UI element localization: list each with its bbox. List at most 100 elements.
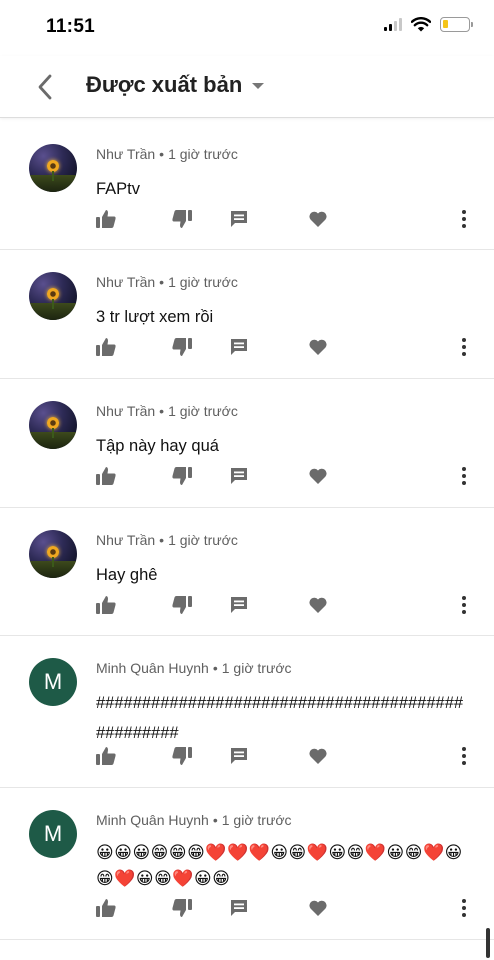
reply-button[interactable] xyxy=(227,896,251,920)
thumbs-down-icon xyxy=(172,467,192,485)
comment-meta: Như Trần • 1 giờ trước xyxy=(96,146,238,162)
comment-actions xyxy=(0,744,494,774)
like-button[interactable] xyxy=(94,593,118,617)
filter-dropdown[interactable]: Được xuất bản xyxy=(86,72,265,98)
meta-separator: • xyxy=(212,812,218,828)
comment-meta: Như Trần • 1 giờ trước xyxy=(96,274,238,290)
more-vertical-icon xyxy=(462,210,466,228)
avatar[interactable] xyxy=(29,272,77,320)
meta-separator: • xyxy=(159,532,165,548)
reply-icon xyxy=(231,339,247,355)
avatar[interactable]: M xyxy=(29,658,77,706)
heart-icon xyxy=(309,468,327,484)
reply-button[interactable] xyxy=(227,464,251,488)
reply-button[interactable] xyxy=(227,335,251,359)
thumbs-down-icon xyxy=(172,210,192,228)
more-options-button[interactable] xyxy=(452,207,476,231)
reply-icon xyxy=(231,468,247,484)
comment-list: Như Trần • 1 giờ trước FAPtv Như Trần • 1 gi… xyxy=(0,122,494,940)
reply-button[interactable] xyxy=(227,593,251,617)
dislike-button[interactable] xyxy=(170,335,194,359)
heart-icon xyxy=(309,339,327,355)
avatar[interactable]: M xyxy=(29,810,77,858)
more-options-button[interactable] xyxy=(452,335,476,359)
page-title: Được xuất bản xyxy=(86,72,243,97)
heart-button[interactable] xyxy=(306,464,330,488)
heart-icon xyxy=(309,748,327,764)
more-options-button[interactable] xyxy=(452,593,476,617)
comment-actions xyxy=(0,207,494,237)
heart-button[interactable] xyxy=(306,335,330,359)
app-bar: Được xuất bản xyxy=(0,56,494,118)
reply-icon xyxy=(231,211,247,227)
status-time: 11:51 xyxy=(46,16,96,37)
comment-item: Như Trần • 1 giờ trước 3 tr lượt xem rồi xyxy=(0,250,494,379)
status-bar: 11:51 xyxy=(0,0,494,52)
more-vertical-icon xyxy=(462,899,466,917)
like-button[interactable] xyxy=(94,464,118,488)
comment-text: 3 tr lượt xem rồi xyxy=(96,308,214,326)
avatar[interactable] xyxy=(29,144,77,192)
comment-author: Minh Quân Huynh xyxy=(96,812,209,828)
more-vertical-icon xyxy=(462,467,466,485)
thumbs-down-icon xyxy=(172,596,192,614)
reply-button[interactable] xyxy=(227,207,251,231)
heart-button[interactable] xyxy=(306,896,330,920)
reply-button[interactable] xyxy=(227,744,251,768)
cellular-signal-icon xyxy=(384,18,402,31)
battery-icon xyxy=(440,17,473,32)
thumbs-down-icon xyxy=(172,338,192,356)
thumbs-down-icon xyxy=(172,899,192,917)
thumbs-up-icon xyxy=(96,899,116,917)
comment-time: 1 giờ trước xyxy=(168,403,238,419)
more-options-button[interactable] xyxy=(452,896,476,920)
more-options-button[interactable] xyxy=(452,464,476,488)
heart-button[interactable] xyxy=(306,744,330,768)
more-vertical-icon xyxy=(462,747,466,765)
comment-actions xyxy=(0,335,494,365)
reply-icon xyxy=(231,597,247,613)
like-button[interactable] xyxy=(94,207,118,231)
comment-text: Hay ghê xyxy=(96,566,158,584)
more-vertical-icon xyxy=(462,338,466,356)
comment-item: M Minh Quân Huynh • 1 giờ trước ##########… xyxy=(0,636,494,788)
heart-icon xyxy=(309,211,327,227)
comment-author: Minh Quân Huynh xyxy=(96,660,209,676)
comment-text: 😀😀😀😁😁😁❤️❤️❤️😀😁❤️😀😁❤️😀😁❤️😀😁❤️😀😁❤️😀😁 xyxy=(96,843,463,888)
like-button[interactable] xyxy=(94,896,118,920)
comment-meta: Minh Quân Huynh • 1 giờ trước xyxy=(96,812,292,828)
scrollbar[interactable] xyxy=(486,928,490,958)
dislike-button[interactable] xyxy=(170,896,194,920)
wifi-icon xyxy=(411,17,431,32)
comment-meta: Như Trần • 1 giờ trước xyxy=(96,532,238,548)
comment-author: Như Trần xyxy=(96,532,156,548)
thumbs-down-icon xyxy=(172,747,192,765)
heart-button[interactable] xyxy=(306,593,330,617)
thumbs-up-icon xyxy=(96,596,116,614)
chevron-left-icon xyxy=(38,74,52,100)
avatar[interactable] xyxy=(29,401,77,449)
comment-author: Như Trần xyxy=(96,146,156,162)
comment-actions xyxy=(0,896,494,926)
like-button[interactable] xyxy=(94,335,118,359)
heart-icon xyxy=(309,597,327,613)
comment-actions xyxy=(0,593,494,623)
caret-down-icon xyxy=(252,83,265,89)
dislike-button[interactable] xyxy=(170,207,194,231)
comment-time: 1 giờ trước xyxy=(168,146,238,162)
comment-text: FAPtv xyxy=(96,180,141,198)
dislike-button[interactable] xyxy=(170,593,194,617)
back-button[interactable] xyxy=(28,70,62,104)
heart-button[interactable] xyxy=(306,207,330,231)
thumbs-up-icon xyxy=(96,338,116,356)
dislike-button[interactable] xyxy=(170,464,194,488)
more-options-button[interactable] xyxy=(452,744,476,768)
meta-separator: • xyxy=(212,660,218,676)
like-button[interactable] xyxy=(94,744,118,768)
dislike-button[interactable] xyxy=(170,744,194,768)
avatar[interactable] xyxy=(29,530,77,578)
meta-separator: • xyxy=(159,146,165,162)
thumbs-up-icon xyxy=(96,467,116,485)
reply-icon xyxy=(231,748,247,764)
thumbs-up-icon xyxy=(96,747,116,765)
